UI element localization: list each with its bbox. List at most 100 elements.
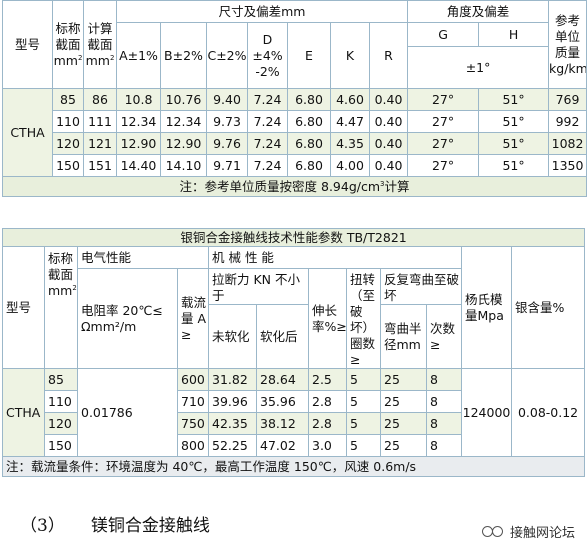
col-r-header: R bbox=[368, 22, 409, 89]
table-cell: 111 bbox=[83, 110, 117, 133]
nominal-cell: 150 bbox=[44, 434, 78, 457]
col-a-header: A±1% bbox=[116, 22, 161, 89]
table-cell: 8 bbox=[426, 434, 462, 457]
table-cell: 28.64 bbox=[256, 368, 309, 391]
table-cell: 25 bbox=[380, 390, 427, 413]
table-cell: 42.35 bbox=[208, 412, 257, 435]
table-cell: 6.80 bbox=[287, 132, 331, 155]
watermark-text: 接触网论坛 bbox=[509, 526, 575, 541]
col-nominal-header-2: 标称截面 mm2 bbox=[44, 246, 78, 369]
density-note: 注：参考单位质量按密度 8.94g/cm3计算 bbox=[1, 176, 587, 197]
table-cell: 38.12 bbox=[256, 412, 309, 435]
section-number: （3） bbox=[20, 516, 65, 536]
modulus-header: 杨氏模量Mpa bbox=[461, 246, 512, 369]
table-cell: 27° bbox=[407, 132, 480, 155]
table-cell: 2.8 bbox=[308, 390, 347, 413]
col-nominal-header: 标称截面 mm2 bbox=[52, 0, 84, 89]
chat-bubbles-icon bbox=[481, 525, 504, 539]
table-cell: 25 bbox=[380, 368, 427, 391]
table-cell: 8 bbox=[426, 368, 462, 391]
table-cell: 150 bbox=[52, 154, 84, 177]
table-cell: 47.02 bbox=[256, 434, 309, 457]
table-cell: 6.80 bbox=[287, 110, 331, 133]
table-cell: 600 bbox=[177, 368, 209, 391]
table-cell: 12.34 bbox=[160, 110, 207, 133]
table-cell: 25 bbox=[380, 434, 427, 457]
resistivity-cell: 0.01786 bbox=[77, 368, 178, 457]
table-cell: 52.25 bbox=[208, 434, 257, 457]
table-cell: 110 bbox=[52, 110, 84, 133]
col-k-header: K bbox=[330, 22, 370, 89]
table-cell: 12.90 bbox=[160, 132, 207, 155]
table-cell: 8 bbox=[426, 390, 462, 413]
col-model-header-2: 型号 bbox=[2, 246, 45, 369]
softened-header: 软化后 bbox=[256, 304, 309, 369]
table-cell: 769 bbox=[548, 88, 587, 111]
table-cell: 39.96 bbox=[208, 390, 257, 413]
table-cell: 120 bbox=[52, 132, 84, 155]
table-cell: 51° bbox=[478, 88, 550, 111]
table-cell: 5 bbox=[346, 368, 381, 391]
table-cell: 800 bbox=[177, 434, 209, 457]
table-cell: 5 bbox=[346, 390, 381, 413]
table-cell: 750 bbox=[177, 412, 209, 435]
table-cell: 5 bbox=[346, 412, 381, 435]
table-cell: 25 bbox=[380, 412, 427, 435]
table-cell: 0.40 bbox=[368, 132, 409, 155]
table-cell: 7.24 bbox=[247, 132, 288, 155]
angle-tolerance: ±1° bbox=[407, 46, 550, 89]
table-cell: 5 bbox=[346, 434, 381, 457]
table-cell: 10.8 bbox=[116, 88, 161, 111]
bend-count-header: 次数≥ bbox=[426, 304, 462, 369]
table-cell: 2.8 bbox=[308, 412, 347, 435]
table-cell: 31.82 bbox=[208, 368, 257, 391]
table-cell: 121 bbox=[83, 132, 117, 155]
angle-group-header: 角度及偏差 bbox=[407, 0, 550, 23]
unsoftened-header: 未软化 bbox=[208, 304, 257, 369]
table-cell: 51° bbox=[478, 154, 550, 177]
silver-cell: 0.08-0.12 bbox=[510, 368, 586, 457]
current-header: 载流量 A ≥ bbox=[177, 268, 209, 369]
performance-table: 银铜合金接触线技术性能参数 TB/T2821 型号 标称截面 mm2 电气性能 机… bbox=[1, 228, 586, 477]
table-cell: 1350 bbox=[548, 154, 587, 177]
table-cell: 4.35 bbox=[330, 132, 370, 155]
table-cell: 4.00 bbox=[330, 154, 370, 177]
col-g-header: G bbox=[407, 22, 480, 47]
col-b-header: B±2% bbox=[160, 22, 207, 89]
nominal-cell: 120 bbox=[44, 412, 78, 435]
table-row: CTHA 85 0.01786 600 31.82 28.64 2.5 5 25 8 124000 0… bbox=[2, 368, 586, 457]
table-cell: 27° bbox=[407, 88, 480, 111]
table-cell: 14.10 bbox=[160, 154, 207, 177]
table-cell: 1082 bbox=[548, 132, 587, 155]
ref-mass-header: 参考单位质量kg/km bbox=[548, 0, 587, 89]
table-cell: 7.24 bbox=[247, 88, 288, 111]
col-e-header: E bbox=[287, 22, 331, 89]
table-cell: 85 bbox=[52, 88, 84, 111]
table-cell: 0.40 bbox=[368, 154, 409, 177]
section-title-text: 镁铜合金接触线 bbox=[90, 516, 210, 536]
table-cell: 6.80 bbox=[287, 154, 331, 177]
electrical-group-header: 电气性能 bbox=[77, 246, 209, 269]
table-cell: 51° bbox=[478, 132, 550, 155]
table-cell: 86 bbox=[83, 88, 117, 111]
bend-header: 反复弯曲至破坏 bbox=[380, 268, 462, 305]
table-row: CTHA 85 86 10.8 10.76 9.40 7.24 6.80 4.60 0.40 27°… bbox=[2, 88, 587, 177]
table-cell: 4.60 bbox=[330, 88, 370, 111]
table-cell: 0.40 bbox=[368, 110, 409, 133]
table-cell: 12.34 bbox=[116, 110, 161, 133]
dimensions-table: 型号 标称截面 mm2 计算截面 mm2 尺寸及偏差mm 角度及偏差 参考单位质量k… bbox=[1, 0, 587, 197]
dimensions-body: CTHA 85 86 10.8 10.76 9.40 7.24 6.80 4.60 0.40 27°… bbox=[2, 88, 587, 177]
nominal-cell: 110 bbox=[44, 390, 78, 413]
performance-body: CTHA 85 0.01786 600 31.82 28.64 2.5 5 25 8 124000 0… bbox=[2, 368, 586, 457]
section-heading: （3） 镁铜合金接触线 bbox=[20, 511, 210, 536]
col-c-header: C±2% bbox=[206, 22, 248, 89]
mechanical-group-header: 机 械 性 能 bbox=[208, 246, 462, 269]
table-cell: 10.76 bbox=[160, 88, 207, 111]
current-condition-note: 注：载流量条件：环境温度为 40℃，最高工作温度 150℃，风速 0.6m/s bbox=[1, 456, 586, 477]
col-h-header: H bbox=[478, 22, 550, 47]
table-cell: 27° bbox=[407, 154, 480, 177]
tensile-header: 拉断力 KN 不小于 bbox=[208, 268, 309, 305]
table-cell: 2.5 bbox=[308, 368, 347, 391]
table-cell: 151 bbox=[83, 154, 117, 177]
silver-content-header: 银含量% bbox=[510, 246, 586, 369]
